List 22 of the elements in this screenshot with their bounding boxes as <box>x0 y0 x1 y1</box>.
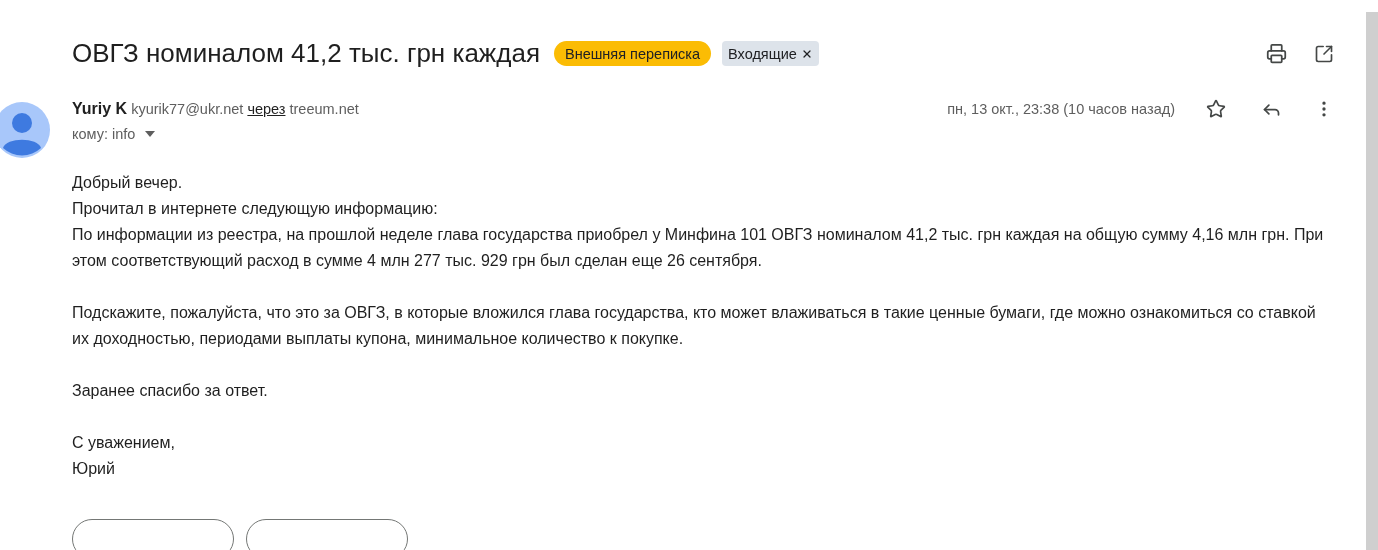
via-link[interactable]: через <box>247 101 286 117</box>
label-chip[interactable]: Внешняя переписка <box>553 41 712 66</box>
action-button[interactable] <box>246 519 408 550</box>
sender-email: kyurik77@ukr.net <box>131 101 244 117</box>
body-text: С уважением, <box>72 433 176 453</box>
body-text: Подскажите, пожалуйста, что это за ОВГЗ, в которые вложился глава государства, кто может влаживаться в такие ценные бумаги, где можно ознакомиться со ставкой их доходностью, периодами выплаты купона, минимальное количество к покупке. <box>72 303 1317 349</box>
email-subject: ОВГЗ номиналом 41,2 тыс. грн каждая <box>72 38 540 69</box>
body-text: Юрий <box>72 459 116 479</box>
avatar-icon <box>0 102 50 158</box>
scrollbar[interactable] <box>1366 12 1378 550</box>
email-date: пн, 13 окт., 23:38 (10 часов назад) <box>947 101 1175 117</box>
body-text: Заранее спасибо за ответ. <box>72 381 269 401</box>
recipient-dropdown[interactable]: кому: info <box>72 126 136 142</box>
via-domain: treeum.net <box>289 101 359 117</box>
sender-name: Yuriy K <box>72 100 128 118</box>
body-text: Прочитал в интернете следующую информацию: <box>72 199 439 219</box>
body-text: По информации из реестра, на прошлой неделе глава государства приобрел у Минфина 101 ОВГЗ номиналом 41,2 тыс. грн каждая на общую сумму 4,16 млн грн. При этом соответствующий расход в сумме 4 млн 277 тыс. 929 грн был сделан еще 26 сентября. <box>72 225 1325 271</box>
print-icon[interactable] <box>1264 41 1288 66</box>
action-button[interactable] <box>72 519 234 550</box>
label-chip[interactable]: Входящие <box>722 41 819 66</box>
body-text: Добрый вечер. <box>72 173 184 193</box>
caret-icon[interactable] <box>145 131 156 137</box>
